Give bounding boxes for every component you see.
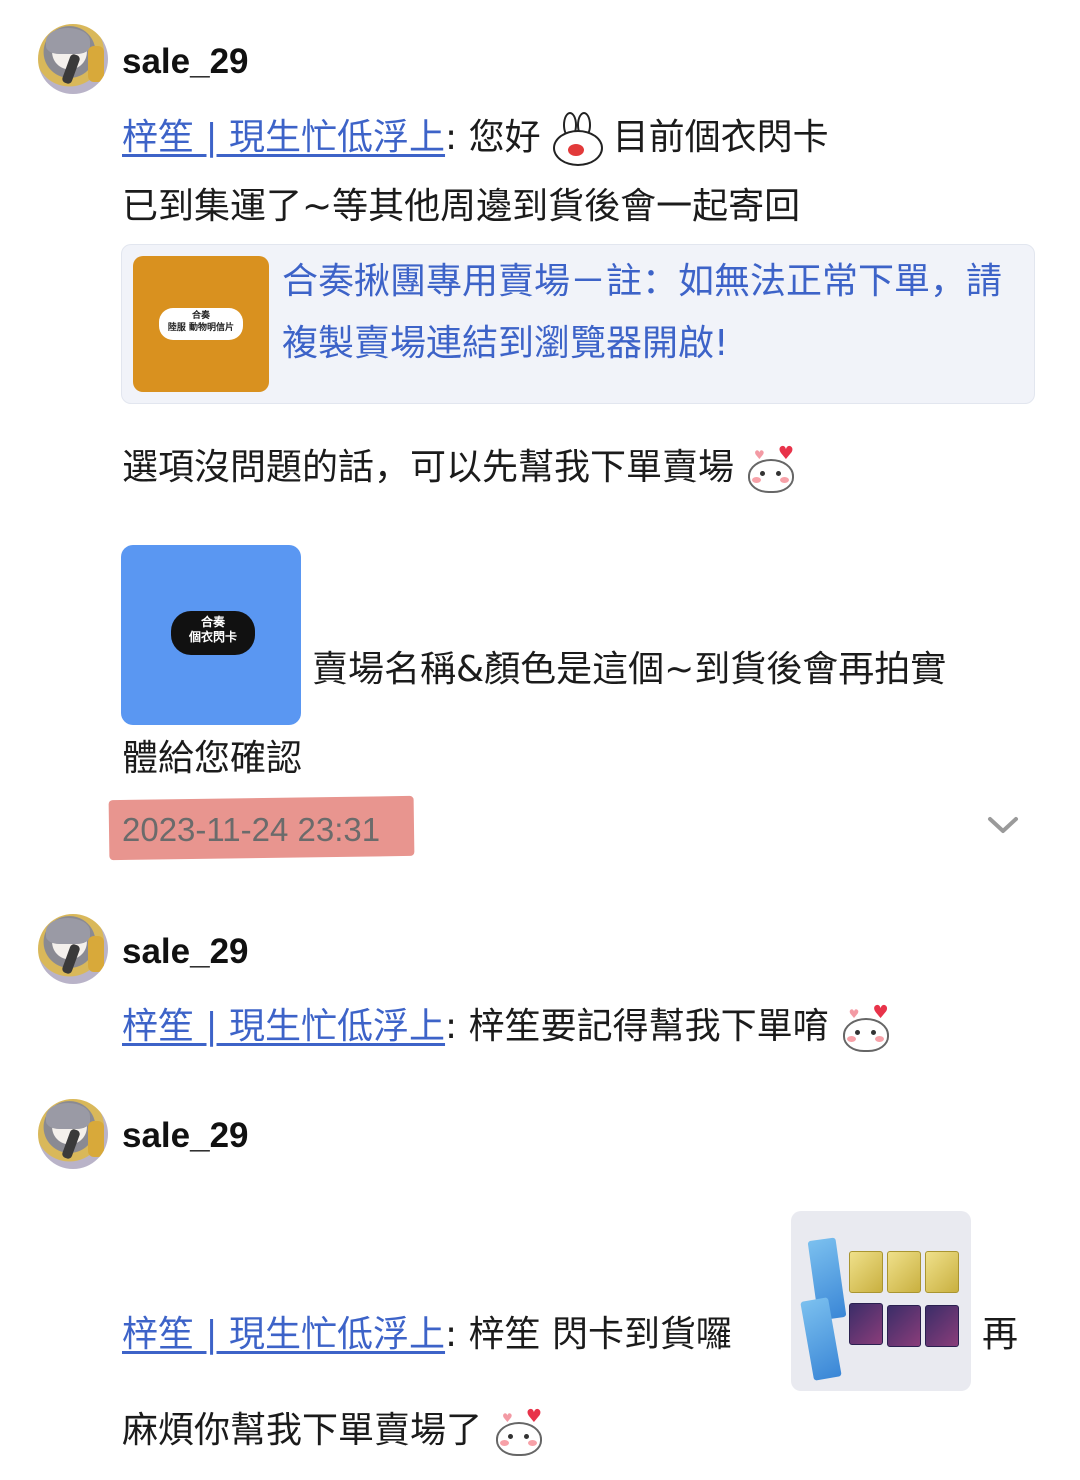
message-line: 選項沒問題的話，可以先幫我下單賣場 ♥ ♥: [122, 443, 802, 493]
sender-link[interactable]: 梓笙 | 現生忙低浮上: [122, 1006, 445, 1047]
cat-heart-emoji-icon: ♥ ♥: [488, 1408, 544, 1456]
shop-thumbnail: 合奏 陸服 動物明信片: [133, 256, 269, 392]
avatar-icon[interactable]: [38, 914, 108, 984]
chat-page: sale_29 梓笙 | 現生忙低浮上: 您好 目前個衣閃卡 已到集運了~等其他周…: [0, 0, 1080, 1480]
message-line: 賣場名稱&顏色是這個~到貨後會再拍實: [312, 649, 947, 690]
message-text: : 您好: [445, 117, 541, 158]
product-image-card[interactable]: 合奏 個衣閃卡: [121, 545, 301, 725]
message-line: 麻煩你幫我下單賣場了 ♥ ♥: [122, 1406, 550, 1456]
message-line: 梓笙 | 現生忙低浮上: 您好 目前個衣閃卡: [122, 112, 829, 166]
timestamp: 2023-11-24 23:31: [122, 811, 381, 848]
message-line: 體給您確認: [122, 738, 303, 779]
message-line: 梓笙 | 現生忙低浮上: 梓笙要記得幫我下單唷 ♥ ♥: [122, 1002, 897, 1052]
shop-link-card[interactable]: 合奏 陸服 動物明信片 合奏揪團專用賣場－註：如無法正常下單，請複製賣場連結到瀏…: [121, 244, 1035, 404]
cat-heart-emoji-icon: ♥ ♥: [740, 445, 796, 493]
thumbnail-label: 合奏 陸服 動物明信片: [159, 308, 243, 340]
sender-link[interactable]: 梓笙 | 現生忙低浮上: [122, 1314, 445, 1355]
message-text: 再: [982, 1314, 1019, 1355]
sender-link[interactable]: 梓笙 | 現生忙低浮上: [122, 117, 445, 158]
cat-heart-emoji-icon: ♥ ♥: [835, 1004, 891, 1052]
username[interactable]: sale_29: [122, 932, 249, 972]
message-line: 已到集運了~等其他周邊到貨後會一起寄回: [122, 186, 801, 227]
message-text: 目前個衣閃卡: [612, 117, 829, 158]
chevron-down-icon[interactable]: [986, 808, 1020, 842]
rabbit-emoji-icon: [549, 112, 605, 166]
image-label: 合奏 個衣閃卡: [171, 611, 255, 655]
avatar-icon[interactable]: [38, 24, 108, 94]
message-text: : 梓笙要記得幫我下單唷: [445, 1006, 829, 1047]
cards-photo[interactable]: [791, 1211, 971, 1391]
username[interactable]: sale_29: [122, 42, 249, 82]
username[interactable]: sale_29: [122, 1116, 249, 1156]
avatar-icon[interactable]: [38, 1099, 108, 1169]
message-line: 梓笙 | 現生忙低浮上: 梓笙 閃卡到貨囉: [122, 1310, 732, 1360]
shop-link-title[interactable]: 合奏揪團專用賣場－註：如無法正常下單，請複製賣場連結到瀏覽器開啟!: [282, 251, 1002, 375]
message-text: : 梓笙 閃卡到貨囉: [445, 1314, 733, 1355]
